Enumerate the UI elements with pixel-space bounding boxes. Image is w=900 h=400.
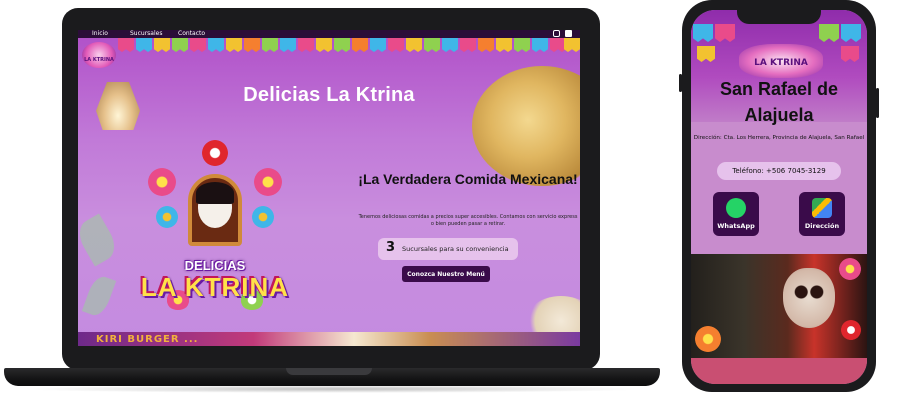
nav-contacto[interactable]: Contacto	[178, 30, 205, 38]
whatsapp-button[interactable]: WhatsApp	[713, 192, 759, 236]
branches-badge: 3 Sucursales para su conveniencia	[378, 238, 518, 260]
flower-decoration	[252, 206, 274, 228]
logo-text-line1: DELICIAS	[184, 258, 246, 273]
mockup-stage: Inicio Sucursales Contacto LA KTRINA Del…	[0, 0, 900, 400]
papel-picado-flag	[841, 46, 859, 62]
branches-count: 3	[386, 240, 396, 255]
laptop-hinge-notch	[286, 368, 372, 375]
tagline: ¡La Verdadera Comida Mexicana!	[358, 171, 578, 187]
laptop-screen: Inicio Sucursales Contacto LA KTRINA Del…	[78, 30, 580, 346]
logo-text-line2: LA KTRINA	[140, 272, 290, 302]
branch-title: San Rafael de Alajuela	[719, 79, 839, 125]
papel-picado-flag	[715, 24, 735, 42]
flower-decoration	[695, 326, 721, 352]
phone-side-button	[876, 88, 879, 118]
catrina-mask-decoration	[783, 268, 835, 328]
facebook-icon[interactable]	[565, 30, 572, 37]
phone-logo[interactable]: LA KTRINA	[739, 44, 823, 78]
phone-footer	[691, 358, 867, 384]
phone-notch	[737, 10, 821, 24]
brand-logo: DELICIAS LA KTRINA	[140, 140, 290, 310]
directions-label: Dirección	[804, 222, 840, 230]
menu-button[interactable]: Conozca Nuestro Menú	[402, 266, 490, 282]
flower-decoration	[841, 320, 861, 340]
bottom-banner: KIRI BURGER ...	[78, 332, 580, 346]
directions-button[interactable]: Dirección	[799, 192, 845, 236]
papel-picado-flag	[697, 46, 715, 62]
catrina-hair	[196, 182, 234, 204]
hero-title: Delicias La Ktrina	[243, 84, 415, 106]
header-logo[interactable]: LA KTRINA	[82, 42, 116, 68]
map-icon	[812, 198, 832, 218]
papel-picado-flag	[841, 24, 861, 42]
instagram-icon[interactable]	[553, 30, 560, 37]
phone-screen: LA KTRINA San Rafael de Alajuela Direcci…	[691, 10, 867, 384]
nav-sucursales[interactable]: Sucursales	[130, 30, 162, 38]
papel-picado-flag	[693, 24, 713, 42]
flower-decoration	[839, 258, 861, 280]
papel-picado-banner	[78, 38, 580, 68]
phone-logo-text: LA KTRINA	[754, 58, 808, 68]
flower-decoration	[148, 168, 176, 196]
whatsapp-label: WhatsApp	[717, 222, 755, 230]
flower-decoration	[156, 206, 178, 228]
flower-decoration	[202, 140, 228, 166]
whatsapp-icon	[726, 198, 746, 218]
flower-decoration	[254, 168, 282, 196]
leaf-decoration	[81, 273, 117, 319]
papel-picado-flag	[819, 24, 839, 42]
branch-address: Dirección: Cta. Los Herrera, Provincia d…	[693, 135, 865, 141]
top-nav: Inicio Sucursales Contacto	[78, 30, 580, 38]
description: Tenemos deliciosas comidas a precios sup…	[358, 214, 578, 227]
leaf-decoration	[78, 213, 121, 267]
branch-phone[interactable]: Teléfono: +506 7045-3129	[717, 162, 841, 180]
header-logo-text: LA KTRINA	[84, 57, 114, 63]
nav-inicio[interactable]: Inicio	[92, 30, 108, 38]
phone-side-button	[679, 74, 682, 92]
bottom-banner-text: KIRI BURGER ...	[96, 334, 199, 345]
branches-label: Sucursales para su conveniencia	[402, 245, 509, 253]
laptop-shadow	[20, 385, 650, 393]
